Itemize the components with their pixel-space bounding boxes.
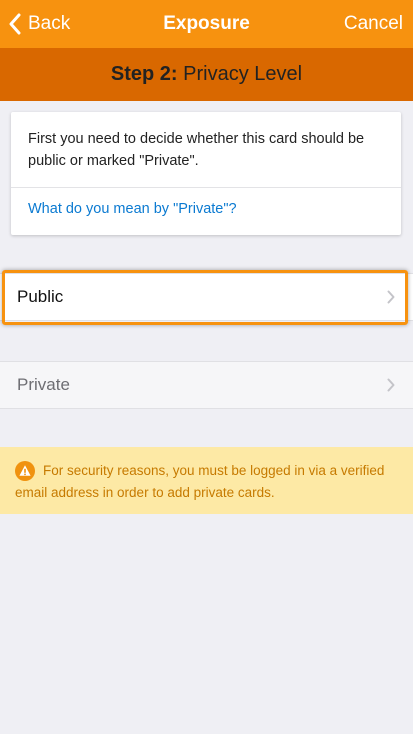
step-name: Privacy Level xyxy=(183,63,303,85)
option-label: Private xyxy=(17,375,70,394)
private-explanation-link[interactable]: What do you mean by "Private"? xyxy=(28,201,237,217)
option-label: Public xyxy=(17,287,64,306)
info-text: First you need to decide whether this ca… xyxy=(28,131,365,169)
step-number: Step 2: xyxy=(110,63,178,85)
back-label: Back xyxy=(28,13,71,34)
chevron-right-icon xyxy=(387,378,395,392)
warning-text: For security reasons, you must be logged… xyxy=(15,463,385,500)
info-card: First you need to decide whether this ca… xyxy=(11,112,401,235)
navigation-bar: Back Exposure Cancel xyxy=(0,0,413,48)
chevron-left-icon xyxy=(9,13,21,35)
divider xyxy=(11,187,401,188)
cancel-button[interactable]: Cancel xyxy=(344,0,403,48)
option-public[interactable]: Public xyxy=(0,273,413,321)
back-button[interactable]: Back xyxy=(8,0,70,48)
option-private[interactable]: Private xyxy=(0,361,413,409)
security-warning: For security reasons, you must be logged… xyxy=(0,447,413,514)
chevron-right-icon xyxy=(387,290,395,304)
step-header: Step 2: Privacy Level xyxy=(0,48,413,101)
